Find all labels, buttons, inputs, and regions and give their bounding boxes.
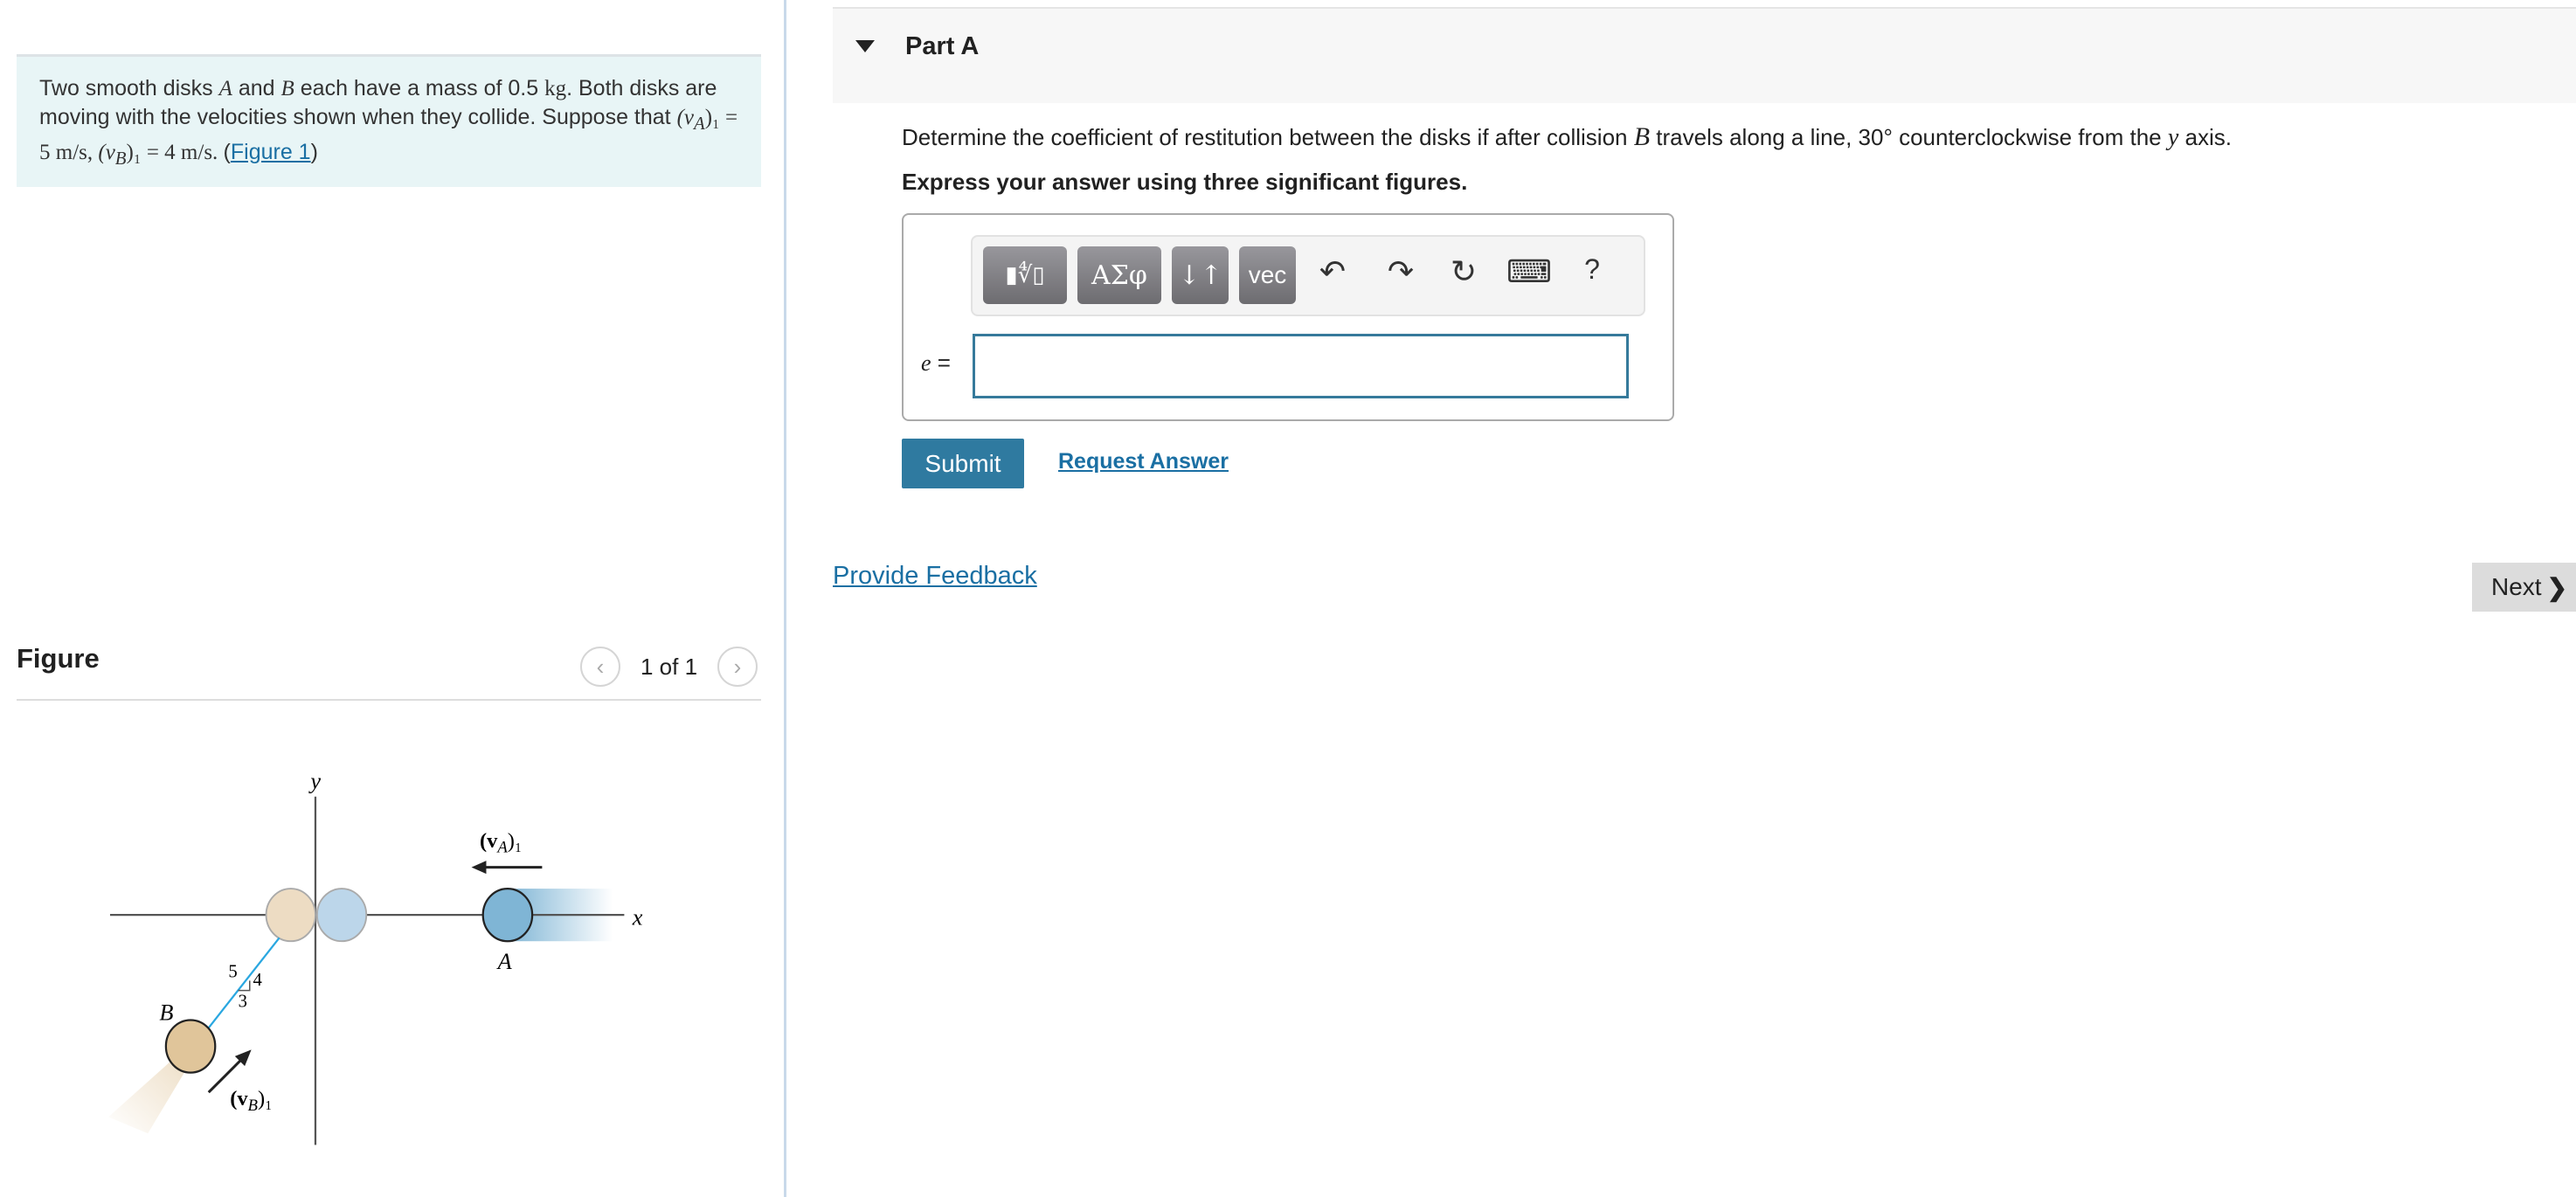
slope-5: 5 bbox=[228, 963, 237, 982]
va: (v bbox=[676, 106, 694, 129]
answer-label: e = bbox=[921, 349, 951, 377]
disk-b-ghost bbox=[265, 888, 316, 943]
next-button[interactable]: Next ❯ bbox=[2472, 563, 2576, 612]
vb-sub: B bbox=[114, 148, 127, 169]
va-arrowhead bbox=[471, 861, 487, 875]
part-a-header[interactable] bbox=[833, 7, 2576, 103]
vb: (v bbox=[98, 141, 115, 164]
reset-icon[interactable]: ↻ bbox=[1442, 253, 1485, 290]
disk-b-label: B bbox=[159, 1000, 173, 1025]
text: travels along a line, 30° counterclockwi… bbox=[1650, 124, 2168, 150]
templates-button[interactable]: ▮∜▯ bbox=[983, 246, 1067, 304]
next-figure-button[interactable]: › bbox=[717, 647, 758, 687]
text: Determine the coefficient of restitution… bbox=[902, 124, 1634, 150]
divider bbox=[17, 699, 761, 701]
provide-feedback-link[interactable]: Provide Feedback bbox=[833, 562, 1037, 591]
vector-button[interactable]: vec bbox=[1239, 246, 1296, 304]
figure-heading: Figure bbox=[17, 643, 100, 674]
unit: kg bbox=[544, 77, 567, 100]
va-label: (vA)₁ bbox=[480, 829, 523, 857]
chevron-right-icon: › bbox=[733, 653, 742, 680]
help-icon[interactable]: ? bbox=[1570, 253, 1614, 286]
slope-4: 4 bbox=[253, 971, 263, 990]
va-text: (v bbox=[480, 829, 498, 853]
vb-label: (vB)₁ bbox=[230, 1087, 273, 1115]
disk-a bbox=[481, 887, 534, 943]
arrows-button[interactable]: ↓↑ bbox=[1172, 246, 1229, 304]
disk-a-label: A bbox=[496, 949, 513, 974]
vb-value: )₁ = 4 m/s. bbox=[126, 141, 224, 164]
answer-input[interactable] bbox=[973, 334, 1629, 398]
disk-a-ghost bbox=[315, 888, 368, 943]
question-text: Determine the coefficient of restitution… bbox=[902, 122, 2232, 152]
prev-figure-button[interactable]: ‹ bbox=[580, 647, 620, 687]
redo-icon[interactable]: ↷ bbox=[1379, 253, 1423, 290]
figure-pager: 1 of 1 bbox=[641, 654, 698, 680]
va-end: )₁ bbox=[508, 829, 523, 853]
undo-icon[interactable]: ↶ bbox=[1311, 253, 1354, 290]
var-e: e bbox=[921, 350, 931, 376]
disk-b bbox=[164, 1019, 217, 1074]
figure-link[interactable]: Figure 1 bbox=[231, 140, 311, 164]
chevron-right-icon: ❯ bbox=[2546, 573, 2568, 601]
submit-button[interactable]: Submit bbox=[902, 439, 1024, 488]
y-axis-label: y bbox=[308, 768, 321, 793]
vb-end: )₁ bbox=[258, 1087, 273, 1111]
var-b: B bbox=[280, 77, 294, 100]
va-sub: A bbox=[495, 839, 508, 857]
var-a: A bbox=[218, 77, 232, 100]
collapse-triangle-icon[interactable] bbox=[855, 40, 875, 52]
paren: ) bbox=[310, 140, 318, 164]
var-b: B bbox=[1633, 122, 1651, 151]
request-answer-link[interactable]: Request Answer bbox=[1058, 449, 1229, 474]
collision-figure: x y A (vA)₁ 5 4 3 B (vB)₁ bbox=[108, 768, 643, 1145]
x-axis-label: x bbox=[632, 904, 643, 930]
va-sub: A bbox=[694, 113, 705, 134]
vb-sub: B bbox=[248, 1097, 259, 1115]
text: axis. bbox=[2178, 124, 2232, 150]
paren: ( bbox=[223, 140, 231, 164]
vb-text: (v bbox=[230, 1087, 248, 1111]
chevron-left-icon: ‹ bbox=[596, 653, 605, 680]
greek-symbols-button[interactable]: ΑΣφ bbox=[1077, 246, 1161, 304]
text: Two smooth disks bbox=[39, 76, 219, 100]
var-y: y bbox=[2167, 124, 2179, 151]
slope-3: 3 bbox=[239, 992, 247, 1011]
instruction-text: Express your answer using three signific… bbox=[902, 169, 1468, 195]
next-label: Next bbox=[2491, 573, 2542, 600]
text: and bbox=[232, 76, 281, 100]
equals: = bbox=[931, 349, 951, 376]
text: each have a mass of 0.5 bbox=[294, 76, 545, 100]
keyboard-icon[interactable]: ⌨ bbox=[1506, 253, 1552, 290]
part-title[interactable]: Part A bbox=[905, 32, 979, 61]
problem-statement: Two smooth disks A and B each have a mas… bbox=[17, 54, 761, 187]
line-of-b-motion bbox=[205, 937, 280, 1031]
panel-divider[interactable] bbox=[784, 0, 786, 1197]
